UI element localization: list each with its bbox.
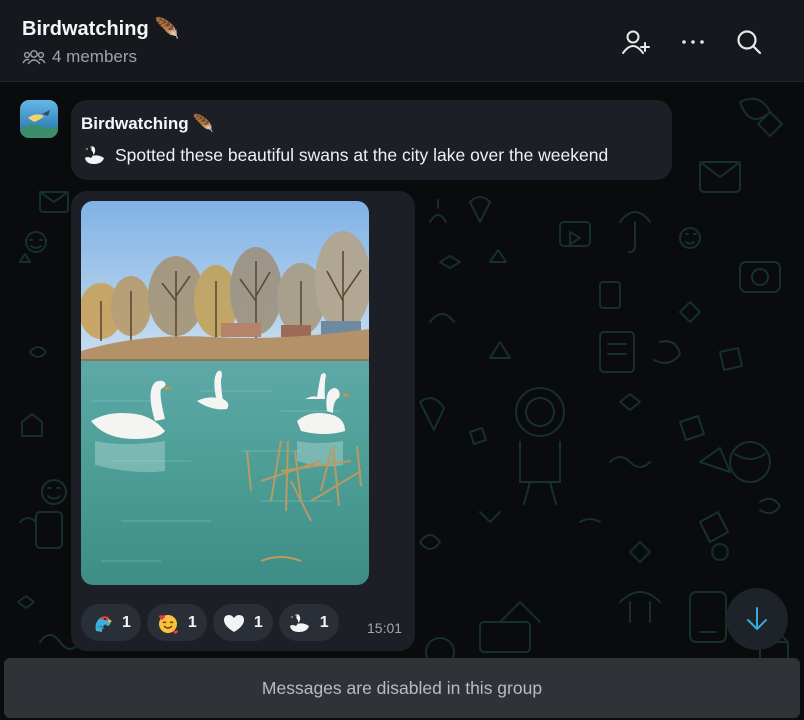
- message-time: 15:01: [367, 620, 403, 636]
- more-options-button[interactable]: [677, 26, 709, 58]
- reaction-count: 1: [253, 613, 263, 631]
- reactions-row: 1 1 1 1: [81, 604, 345, 641]
- swan-photo[interactable]: [81, 201, 369, 585]
- messages-disabled-text: Messages are disabled in this group: [261, 677, 543, 698]
- member-count[interactable]: 4 members: [22, 47, 137, 67]
- messages-disabled-bar: Messages are disabled in this group: [4, 658, 800, 718]
- members-icon: [22, 50, 46, 65]
- sender-name-text: Birdwatching: [81, 114, 189, 133]
- reaction-count: 1: [187, 613, 197, 631]
- message-bubble-text[interactable]: Birdwatching 🪶 Spotted these beautiful sw…: [71, 100, 672, 180]
- white-heart-icon: [222, 611, 246, 635]
- group-avatar[interactable]: [20, 100, 58, 138]
- reaction-count: 1: [122, 613, 131, 631]
- message-text-content: Spotted these beautiful swans at the cit…: [115, 144, 609, 165]
- message-bubble-photo[interactable]: 1 1 1 1 15:01: [71, 191, 415, 651]
- parrot-emoji-icon: [90, 611, 114, 635]
- reaction-white-heart[interactable]: 1: [212, 604, 273, 641]
- feather-emoji: 🪶: [192, 114, 214, 133]
- search-button[interactable]: [733, 26, 765, 58]
- arrow-down-icon: [747, 607, 767, 630]
- swan-emoji-icon: [83, 144, 107, 166]
- member-count-text: 4 members: [52, 47, 138, 66]
- more-options-icon: [682, 40, 704, 44]
- add-member-button[interactable]: [620, 26, 652, 58]
- search-icon: [737, 30, 762, 55]
- reaction-swan[interactable]: 1: [278, 604, 339, 641]
- message-text: Spotted these beautiful swans at the cit…: [83, 144, 608, 166]
- sender-name[interactable]: Birdwatching 🪶: [81, 114, 214, 134]
- scroll-to-bottom-button[interactable]: [726, 588, 788, 650]
- swan-emoji-icon: [288, 611, 312, 635]
- reaction-smiling-hearts[interactable]: 1: [146, 604, 207, 641]
- chat-title-text: Birdwatching: [22, 18, 149, 40]
- reaction-count: 1: [319, 613, 329, 631]
- chat-title[interactable]: Birdwatching 🪶: [22, 16, 180, 41]
- smiling-face-with-hearts-icon: [156, 611, 180, 635]
- add-user-icon: [622, 30, 650, 54]
- reaction-parrot[interactable]: 1: [81, 604, 141, 641]
- feather-emoji: 🪶: [154, 18, 180, 40]
- chat-header: Birdwatching 🪶 4 members: [0, 0, 804, 82]
